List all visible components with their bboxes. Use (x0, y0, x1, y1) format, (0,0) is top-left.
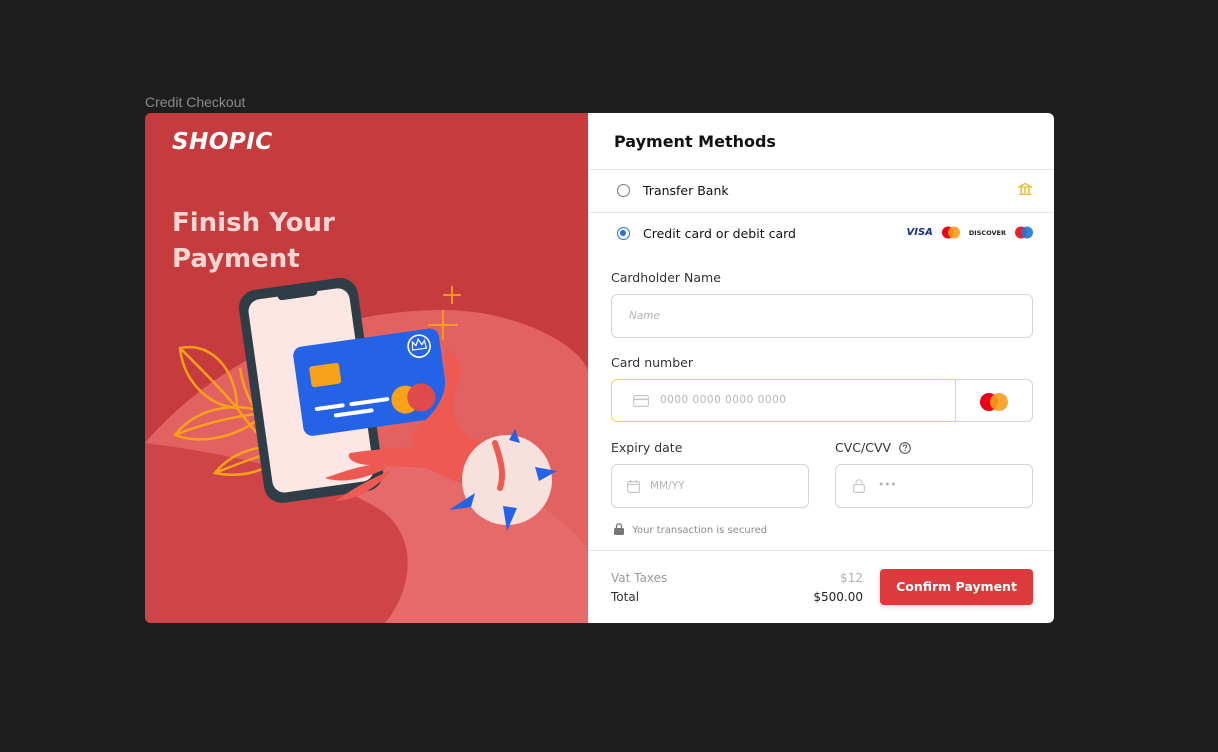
card-brand-box (955, 379, 1033, 422)
headline-line-2: Payment (172, 244, 300, 274)
cvc-label-text: CVC/CVV (835, 440, 892, 455)
radio-credit-card[interactable] (617, 227, 630, 240)
brand-logo: SHOPIC (172, 129, 273, 155)
calendar-icon (627, 480, 640, 493)
payment-illustration (145, 277, 588, 623)
promo-panel: SHOPIC Finish Your Payment (145, 113, 588, 623)
lock-icon (614, 523, 624, 535)
payment-methods-title: Payment Methods (614, 132, 776, 151)
lock-icon (853, 479, 865, 493)
help-icon[interactable] (899, 442, 911, 454)
card-brands: VISA DISCOVER (907, 226, 1035, 239)
total-value: $500.00 (813, 590, 863, 604)
visa-logo: VISA (906, 227, 933, 238)
mastercard-icon (980, 393, 1008, 411)
checkout-card: SHOPIC Finish Your Payment Payment Metho… (145, 113, 1054, 623)
payment-panel: Payment Methods Transfer Bank Credit car… (588, 113, 1054, 623)
cardholder-placeholder: Name (629, 310, 660, 322)
cardholder-label: Cardholder Name (611, 270, 721, 285)
cvc-placeholder: ••• (878, 479, 897, 491)
expiry-placeholder: MM/YY (650, 480, 685, 492)
expiry-input[interactable]: MM/YY (611, 464, 809, 508)
radio-transfer-bank[interactable] (617, 184, 630, 197)
vat-value: $12 (840, 571, 863, 585)
discover-logo: DISCOVER (968, 228, 1006, 237)
headline-line-1: Finish Your (172, 208, 335, 238)
secure-text: Your transaction is secured (632, 525, 768, 536)
card-number-placeholder: 0000 0000 0000 0000 (660, 394, 787, 406)
card-number-input[interactable]: 0000 0000 0000 0000 (611, 379, 956, 422)
method-transfer-bank[interactable]: Transfer Bank (588, 170, 1054, 212)
vat-label: Vat Taxes (611, 571, 668, 585)
confirm-payment-button[interactable]: Confirm Payment (880, 569, 1033, 605)
card-icon (633, 395, 649, 407)
card-number-label: Card number (611, 355, 694, 370)
method-label: Transfer Bank (643, 183, 729, 198)
divider (588, 550, 1054, 551)
cvc-label: CVC/CVV (835, 440, 911, 455)
method-label: Credit card or debit card (643, 226, 796, 241)
method-credit-card[interactable]: Credit card or debit card VISA DISCOVER (588, 213, 1054, 255)
maestro-logo (1015, 226, 1033, 239)
cvc-input[interactable]: ••• (835, 464, 1033, 508)
bank-icon (1016, 181, 1034, 200)
total-label: Total (611, 590, 640, 604)
secure-note: Your transaction is secured (614, 523, 767, 536)
cardholder-input[interactable]: Name (611, 294, 1033, 338)
frame-label: Credit Checkout (145, 94, 246, 110)
expiry-label: Expiry date (611, 440, 683, 455)
mastercard-logo (941, 226, 960, 239)
headline: Finish Your Payment (172, 205, 335, 277)
